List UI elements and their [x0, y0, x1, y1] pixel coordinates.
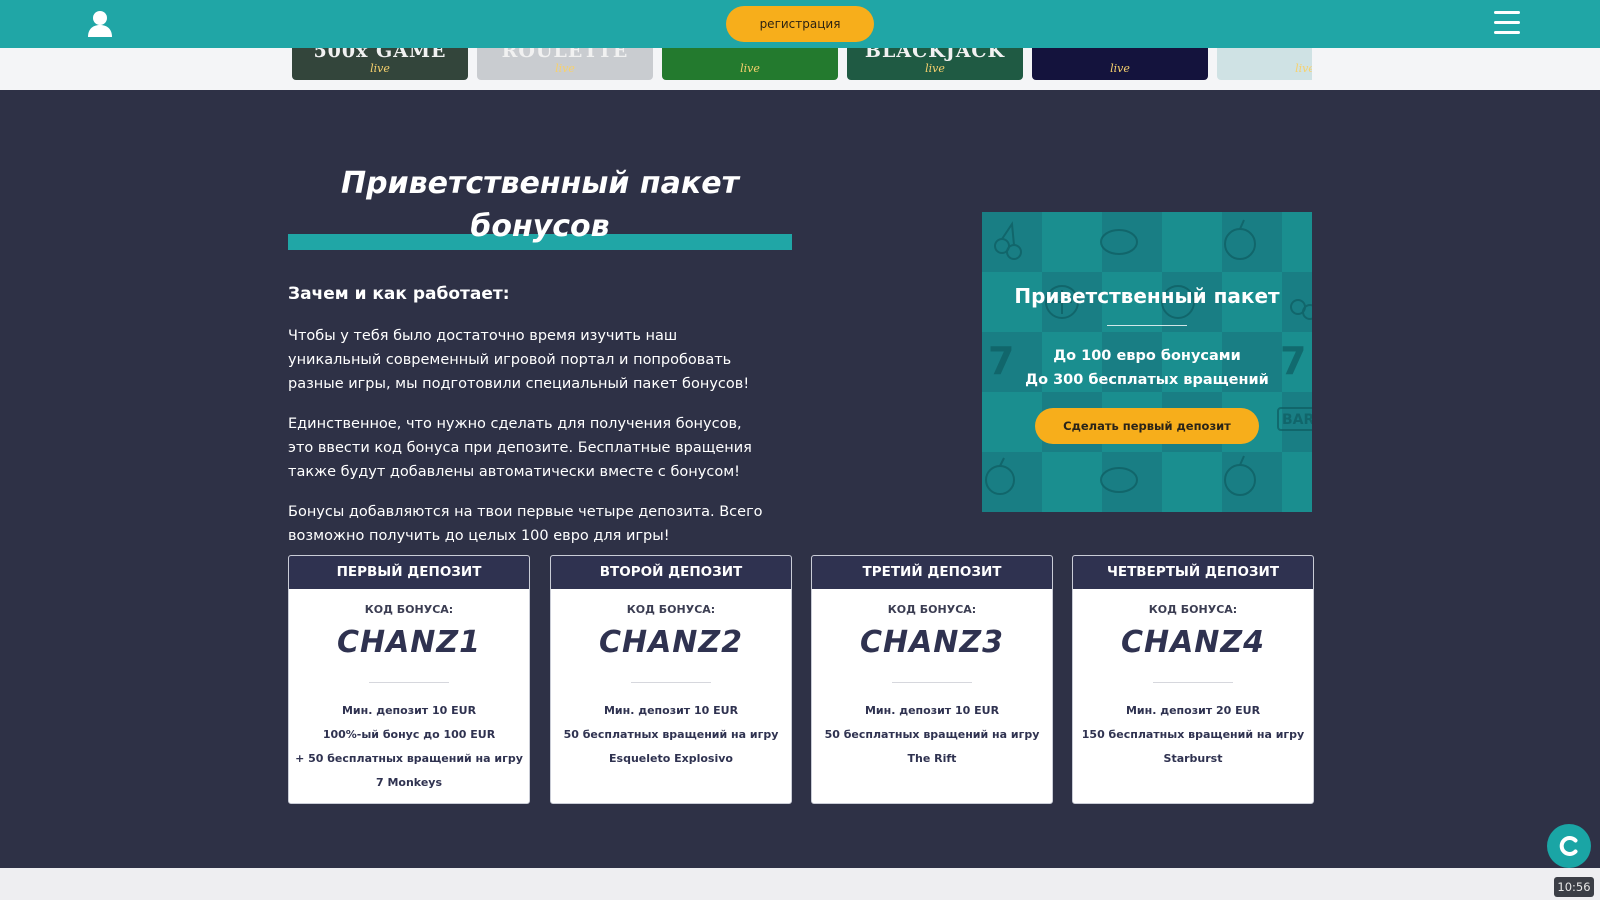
- promo-bonus-line: До 100 евро бонусами: [1053, 348, 1241, 364]
- deposit-detail-line: Мин. депозит 10 EUR: [603, 704, 739, 717]
- deposit-detail-line: Esqueleto Explosivo: [609, 752, 733, 765]
- bonus-code: CHANZ1: [336, 625, 482, 660]
- chat-button[interactable]: [1547, 824, 1591, 868]
- bonus-code-label: КОД БОНУСА:: [364, 603, 454, 616]
- user-icon[interactable]: [86, 9, 114, 39]
- game-tile[interactable]: live: [1217, 48, 1312, 80]
- deposit-card-header: ВТОРОЙ ДЕПОЗИТ: [551, 556, 791, 589]
- top-bar: регистрация: [0, 0, 1600, 48]
- promo-title: Приветственный пакет: [1014, 284, 1280, 308]
- deposit-details: Мин. депозит 10 EUR 50 бесплатных вращени…: [816, 699, 1048, 771]
- game-tile[interactable]: live: [1032, 48, 1208, 80]
- deposit-details: Мин. депозит 10 EUR 50 бесплатных вращени…: [555, 699, 787, 771]
- deposit-detail-line: Мин. депозит 10 EUR: [341, 704, 477, 717]
- clock-display: 10:56: [1554, 877, 1594, 897]
- game-tile[interactable]: ROULETTE live: [477, 48, 653, 80]
- card-divider: [1153, 682, 1233, 683]
- page-title: Приветственный пакет бонусов: [341, 166, 739, 244]
- game-tile-live-label: live: [370, 62, 390, 75]
- card-divider: [892, 682, 972, 683]
- deposit-detail-line: Мин. депозит 20 EUR: [1125, 704, 1261, 717]
- bonus-code: CHANZ3: [859, 625, 1005, 660]
- deposit-card: ПЕРВЫЙ ДЕПОЗИТ КОД БОНУСА: CHANZ1 Мин. депо…: [288, 555, 530, 804]
- game-tiles: 500x GAME live ROULETTE live live BLACKJACK li…: [292, 48, 1312, 80]
- game-tile[interactable]: live: [662, 48, 838, 80]
- bonus-code: CHANZ4: [1120, 625, 1266, 660]
- game-tile-live-label: live: [740, 62, 760, 75]
- deposit-detail-line: 50 бесплатных вращений на игру: [563, 728, 779, 741]
- bonus-code-label: КОД БОНУСА:: [1148, 603, 1238, 616]
- register-button[interactable]: регистрация: [726, 6, 874, 42]
- bottom-strip: [0, 868, 1600, 900]
- game-tile[interactable]: 500x GAME live: [292, 48, 468, 80]
- game-tile-live-label: live: [925, 62, 945, 75]
- game-strip: 500x GAME live ROULETTE live live BLACKJACK li…: [0, 48, 1600, 90]
- game-tile-label: ROULETTE: [501, 48, 629, 62]
- deposit-card-header: ТРЕТИЙ ДЕПОЗИТ: [812, 556, 1052, 589]
- deposit-detail-line: The Rift: [907, 752, 957, 765]
- deposit-card-header: ПЕРВЫЙ ДЕПОЗИТ: [289, 556, 529, 589]
- promo-divider: [1107, 325, 1187, 326]
- promo-spins-line: До 300 бесплатых вращений: [1025, 372, 1269, 388]
- deposit-detail-line: + 50 бесплатных вращений на игру: [295, 752, 523, 765]
- bonus-code-label: КОД БОНУСА:: [626, 603, 716, 616]
- deposit-detail-line: 150 бесплатных вращений на игру: [1081, 728, 1305, 741]
- deposit-detail-line: Мин. депозит 10 EUR: [864, 704, 1000, 717]
- bonus-code: CHANZ2: [598, 625, 744, 660]
- bonus-code-label: КОД БОНУСА:: [887, 603, 977, 616]
- game-tile-live-label: live: [1295, 62, 1312, 75]
- game-tile-label: BLACKJACK: [864, 48, 1006, 62]
- first-deposit-button[interactable]: Сделать первый депозит: [1035, 408, 1259, 444]
- card-divider: [631, 682, 711, 683]
- game-tile[interactable]: BLACKJACK live: [847, 48, 1023, 80]
- deposit-card-header: ЧЕТВЕРТЫЙ ДЕПОЗИТ: [1073, 556, 1313, 589]
- deposit-detail-line: 100%-ый бонус до 100 EUR: [322, 728, 496, 741]
- summary-paragraph: Бонусы добавляются на твои первые четыре…: [288, 504, 763, 544]
- svg-text:BAR: BAR: [1282, 412, 1312, 428]
- game-tile-label: 500x GAME: [313, 48, 447, 62]
- game-tile-live-label: live: [555, 62, 575, 75]
- how-paragraph: Единственное, что нужно сделать для полу…: [288, 416, 752, 480]
- deposit-details: Мин. депозит 20 EUR 150 бесплатных вращен…: [1077, 699, 1309, 771]
- deposit-detail-line: 50 бесплатных вращений на игру: [824, 728, 1040, 741]
- deposit-card: ВТОРОЙ ДЕПОЗИТ КОД БОНУСА: CHANZ2 Мин. депо…: [550, 555, 792, 804]
- hamburger-menu-icon[interactable]: [1494, 11, 1520, 37]
- card-divider: [369, 682, 449, 683]
- game-tile-live-label: live: [1110, 62, 1130, 75]
- deposit-card: ТРЕТИЙ ДЕПОЗИТ КОД БОНУСА: CHANZ3 Мин. депо…: [811, 555, 1053, 804]
- deposit-details: Мин. депозит 10 EUR 100%-ый бонус до 100 …: [293, 699, 525, 795]
- deposit-detail-line: 7 Monkeys: [375, 776, 443, 789]
- chat-icon: [1559, 836, 1578, 856]
- intro-paragraph: Чтобы у тебя было достаточно время изучи…: [288, 328, 750, 392]
- welcome-promo-panel: 7 7 BAR Приветственный пакет До 100 евро…: [982, 212, 1312, 512]
- deposit-detail-line: Starburst: [1163, 752, 1223, 765]
- deposit-card: ЧЕТВЕРТЫЙ ДЕПОЗИТ КОД БОНУСА: CHANZ4 Мин. д…: [1072, 555, 1314, 804]
- why-heading: Зачем и как работает:: [288, 284, 510, 304]
